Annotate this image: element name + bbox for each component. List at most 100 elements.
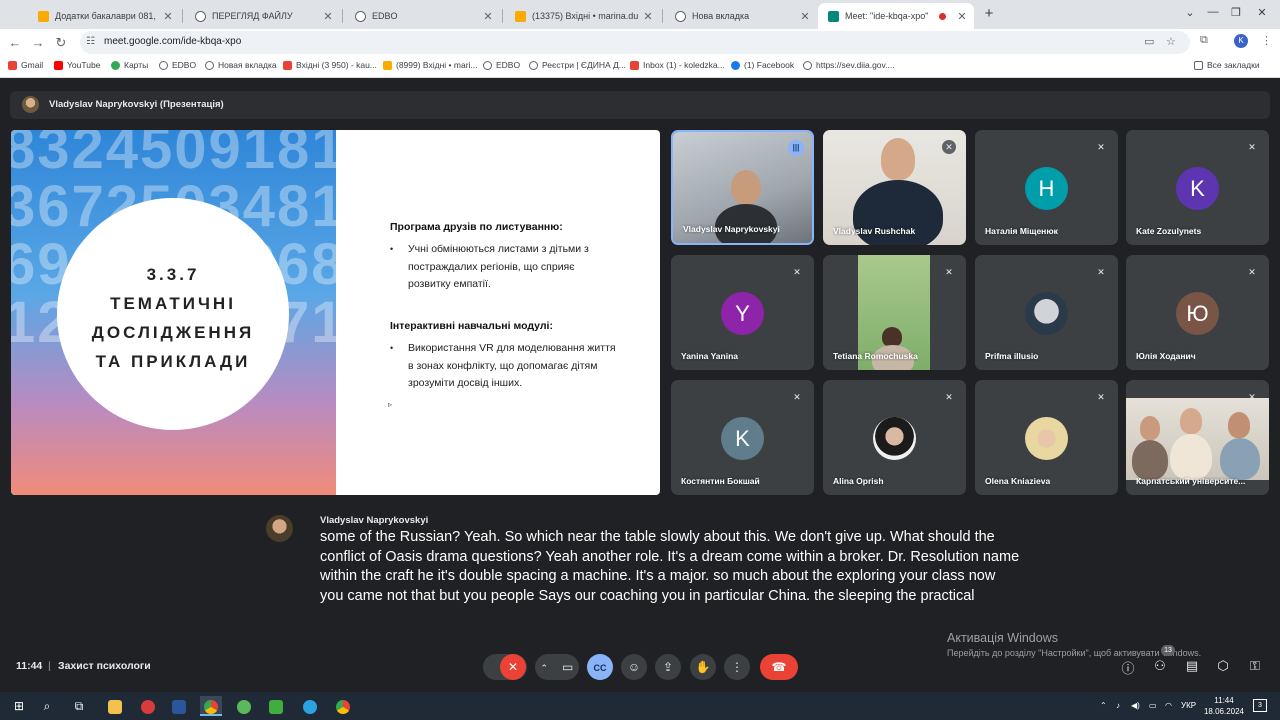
bookmark-maps[interactable]: Карты bbox=[111, 60, 148, 70]
bookmark-new-tab[interactable]: Новая вкладка bbox=[205, 60, 277, 70]
bookmark-gmail[interactable]: Gmail bbox=[8, 60, 43, 70]
participant-tile[interactable]: ✕ Карпатський університе... bbox=[1126, 380, 1269, 495]
browser-tab-1[interactable]: Додатки бакалаври 081, 072, 0 ✕ bbox=[28, 3, 180, 29]
participant-name: Kate Zozulynets bbox=[1136, 226, 1202, 236]
forward-arrow-icon[interactable]: → bbox=[29, 34, 47, 52]
participant-tile[interactable]: ✕ Y Yanina Yanina bbox=[671, 255, 814, 370]
tab-label: (13375) Вхідні • marina.dub@u bbox=[532, 11, 638, 21]
telegram-icon[interactable] bbox=[299, 696, 321, 716]
app-red-icon[interactable] bbox=[137, 696, 159, 716]
participant-tile[interactable]: ✕ Н Наталія Міщенюк bbox=[975, 130, 1118, 245]
extensions-puzzle-icon[interactable]: ⧉ bbox=[1200, 34, 1208, 47]
raise-hand-button[interactable]: ✋ bbox=[690, 654, 716, 680]
task-view-icon[interactable]: ⧉ bbox=[68, 696, 90, 716]
shared-presentation-slide[interactable]: 8324509181367250348169025743681209345671… bbox=[11, 130, 660, 495]
participant-name: Юлія Ходанич bbox=[1136, 351, 1196, 361]
globe-icon bbox=[483, 60, 492, 70]
participant-tile[interactable]: ||| Vladyslav Naprykovskyi bbox=[671, 130, 814, 245]
camera-in-use-icon[interactable]: ▭ bbox=[1144, 35, 1154, 48]
camera-controls[interactable]: ⌃ ▭ bbox=[535, 654, 579, 680]
meeting-details-icon[interactable]: ⓘ bbox=[1119, 658, 1137, 677]
present-now-button[interactable]: ⇪ bbox=[655, 654, 681, 680]
notification-center-icon[interactable]: 3 bbox=[1253, 699, 1267, 712]
chrome-secondary-icon[interactable] bbox=[332, 696, 354, 716]
minimize-button[interactable]: — bbox=[1203, 6, 1223, 18]
participant-tile[interactable]: ✕ Ю Юлія Ходанич bbox=[1126, 255, 1269, 370]
network-icon[interactable]: ▭ bbox=[1149, 701, 1157, 710]
all-bookmarks-folder[interactable]: Все закладки bbox=[1194, 60, 1260, 70]
tab-close-icon[interactable]: ✕ bbox=[482, 10, 494, 23]
app-tile bbox=[108, 699, 122, 714]
tab-search-icon[interactable]: ⌄ bbox=[1180, 6, 1200, 19]
profile-avatar[interactable]: K bbox=[1234, 34, 1248, 48]
meet-call-view: Vladyslav Naprykovskyi (Презентація) 832… bbox=[0, 79, 1280, 692]
search-icon[interactable]: ⌕ bbox=[36, 696, 58, 716]
tab-close-icon[interactable]: ✕ bbox=[322, 10, 334, 23]
people-icon[interactable]: ⚇ bbox=[1151, 658, 1169, 674]
facebook-icon bbox=[731, 60, 740, 70]
bookmark-inbox-koledzka[interactable]: Inbox (1) - koledzka... bbox=[630, 60, 725, 70]
browser-tab-5[interactable]: Нова вкладка ✕ bbox=[665, 3, 817, 29]
language-indicator[interactable]: УКР bbox=[1181, 701, 1196, 710]
gmail-icon bbox=[630, 60, 639, 70]
torrent-icon[interactable] bbox=[233, 696, 255, 716]
browser-tab-4[interactable]: (13375) Вхідні • marina.dub@u ✕ bbox=[505, 3, 660, 29]
close-window-button[interactable]: ✕ bbox=[1252, 6, 1272, 19]
participant-tile[interactable]: ✕ Prifma illusio bbox=[975, 255, 1118, 370]
browser-tab-meet-active[interactable]: Meet: "ide-kbqa-xpo" ✕ bbox=[818, 3, 974, 29]
browser-tab-3[interactable]: EDBO ✕ bbox=[345, 3, 500, 29]
participant-tile[interactable]: ✕ K Kate Zozulynets bbox=[1126, 130, 1269, 245]
more-options-button[interactable]: ⋮ bbox=[724, 654, 750, 680]
bookmark-inbox-mari[interactable]: (8999) Вхідні • mari... bbox=[383, 60, 478, 70]
tab-close-icon[interactable]: ✕ bbox=[642, 10, 654, 23]
participant-tile[interactable]: ✕ K Костянтин Бокшай bbox=[671, 380, 814, 495]
participant-tile[interactable]: ✕ Olena Kniazieva bbox=[975, 380, 1118, 495]
bookmark-youtube[interactable]: YouTube bbox=[54, 60, 100, 70]
browser-tab-2[interactable]: ПЕРЕГЛЯД ФАЙЛУ ✕ bbox=[185, 3, 340, 29]
bookmark-diia[interactable]: https://sev.diia.gov.... bbox=[803, 60, 895, 70]
back-arrow-icon[interactable]: ← bbox=[6, 34, 24, 52]
url-text[interactable]: meet.google.com/ide-kbqa-xpo bbox=[104, 36, 241, 47]
omnibox[interactable]: ☷ meet.google.com/ide-kbqa-xpo ▭ ☆ bbox=[80, 31, 1190, 54]
tray-chevron-icon[interactable]: ⌃ bbox=[1100, 701, 1107, 710]
microphone-toggle-button[interactable]: ✕ bbox=[500, 654, 526, 680]
bookmark-edbo-2[interactable]: EDBO bbox=[483, 60, 520, 70]
bookmark-registry[interactable]: Реєстри | ЄДИНА Д... bbox=[529, 60, 626, 70]
bookmark-star-icon[interactable]: ☆ bbox=[1166, 35, 1176, 48]
captions-button[interactable]: CC bbox=[587, 654, 613, 680]
mic-off-icon: ✕ bbox=[942, 140, 956, 154]
chevron-up-icon[interactable]: ⌃ bbox=[535, 655, 553, 681]
participant-tile[interactable]: ✕ Vladyslav Rushchak bbox=[823, 130, 966, 245]
word-icon[interactable] bbox=[168, 696, 190, 716]
reactions-button[interactable]: ☺ bbox=[621, 654, 647, 680]
participant-tile[interactable]: ✕ Alina Oprish bbox=[823, 380, 966, 495]
tab-close-icon[interactable]: ✕ bbox=[162, 10, 174, 23]
reload-icon[interactable]: ↻ bbox=[52, 34, 70, 52]
bookmark-facebook[interactable]: (1) Facebook bbox=[731, 60, 794, 70]
activities-icon[interactable]: ⬡ bbox=[1214, 658, 1232, 674]
host-controls-lock-icon[interactable]: ⚿ bbox=[1246, 658, 1264, 674]
windows-start-icon[interactable]: ⊞ bbox=[8, 696, 30, 716]
tab-close-icon[interactable]: ✕ bbox=[799, 10, 811, 23]
green-app-icon[interactable] bbox=[265, 696, 287, 716]
globe-icon bbox=[205, 60, 214, 70]
microphone-tray-icon[interactable]: ♪ bbox=[1116, 701, 1120, 710]
bookmark-inbox-kau[interactable]: Вхідні (3 950) - kau... bbox=[283, 60, 377, 70]
tab-close-icon[interactable]: ✕ bbox=[956, 10, 968, 23]
bookmark-edbo-1[interactable]: EDBO bbox=[159, 60, 196, 70]
meet-favicon-icon bbox=[828, 10, 839, 22]
site-info-icon[interactable]: ☷ bbox=[86, 36, 95, 47]
leave-call-button[interactable]: ☎ bbox=[760, 654, 798, 680]
wifi-icon[interactable]: ◠ bbox=[1165, 701, 1172, 710]
file-explorer-icon[interactable] bbox=[104, 696, 126, 716]
tab-favicon-icon bbox=[355, 10, 366, 22]
maximize-button[interactable]: ❐ bbox=[1226, 6, 1246, 19]
chrome-taskbar-icon[interactable] bbox=[200, 696, 222, 716]
chrome-menu-icon[interactable]: ⋮ bbox=[1261, 34, 1272, 47]
taskbar-clock[interactable]: 11:44 18.06.2024 bbox=[1202, 695, 1246, 717]
volume-icon[interactable]: ◀) bbox=[1131, 701, 1140, 710]
new-tab-button[interactable]: + bbox=[980, 5, 998, 23]
video-camera-icon[interactable]: ▭ bbox=[557, 654, 579, 680]
participant-tile[interactable]: ✕ Tetiana Romochuska bbox=[823, 255, 966, 370]
chat-icon[interactable]: ▤ bbox=[1183, 658, 1201, 674]
